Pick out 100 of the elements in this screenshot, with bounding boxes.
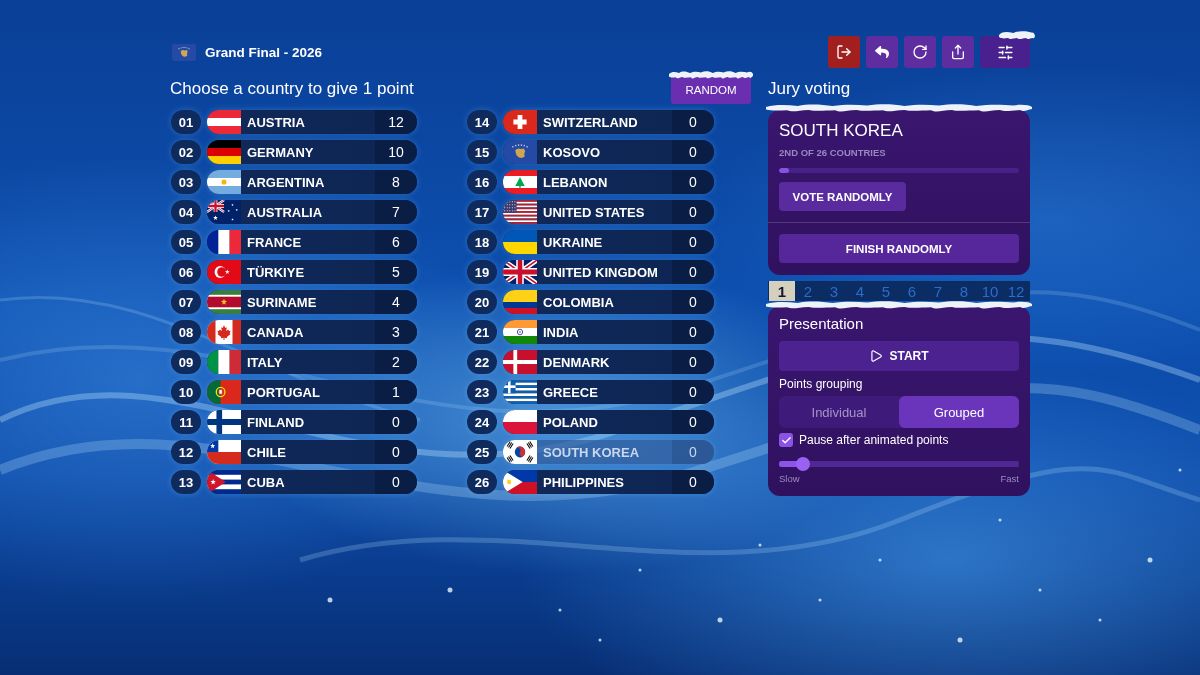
country-button[interactable]: CANADA 3 (207, 320, 417, 344)
country-button[interactable]: POLAND 0 (503, 410, 714, 434)
flag-icon (503, 260, 537, 284)
instruction-text: Choose a country to give 1 point (170, 79, 414, 99)
country-button[interactable]: SWITZERLAND 0 (503, 110, 714, 134)
flag-icon (207, 290, 241, 314)
voting-country-name: SOUTH KOREA (779, 121, 904, 141)
flag-icon (503, 410, 537, 434)
flag-icon (503, 290, 537, 314)
position-number: 11 (171, 410, 201, 434)
section-heading: Jury voting (768, 79, 851, 99)
country-button[interactable]: AUSTRIA 12 (207, 110, 417, 134)
country-button[interactable]: COLOMBIA 0 (503, 290, 714, 314)
share-icon (950, 44, 966, 60)
points-value: 0 (672, 380, 714, 404)
slider-thumb[interactable] (796, 457, 810, 471)
country-button[interactable]: GREECE 0 (503, 380, 714, 404)
slider-max-label: Fast (1000, 473, 1019, 484)
flag-icon (207, 110, 241, 134)
position-number: 22 (467, 350, 497, 374)
flag-icon (207, 200, 241, 224)
position-number: 18 (467, 230, 497, 254)
check-icon (780, 434, 792, 446)
refresh-button[interactable] (904, 36, 936, 68)
points-value: 0 (672, 110, 714, 134)
flag-icon (207, 230, 241, 254)
flag-icon (207, 260, 241, 284)
points-value: 0 (672, 260, 714, 284)
country-button[interactable]: FRANCE 6 (207, 230, 417, 254)
position-number: 26 (467, 470, 497, 494)
country-button[interactable]: UKRAINE 0 (503, 230, 714, 254)
country-button[interactable]: ARGENTINA 8 (207, 170, 417, 194)
country-button[interactable]: TÜRKIYE 5 (207, 260, 417, 284)
country-button[interactable]: LEBANON 0 (503, 170, 714, 194)
country-button[interactable]: CUBA 0 (207, 470, 417, 494)
undo-button[interactable] (866, 36, 898, 68)
flag-icon (503, 380, 537, 404)
grouping-option[interactable]: Individual (779, 396, 899, 428)
page-title: Grand Final - 2026 (205, 44, 323, 60)
checkbox-label: Pause after animated points (799, 433, 949, 447)
points-value: 0 (672, 320, 714, 344)
position-number: 21 (467, 320, 497, 344)
country-button[interactable]: GERMANY 10 (207, 140, 417, 164)
flag-icon (503, 170, 537, 194)
flag-icon (207, 410, 241, 434)
exit-button[interactable] (828, 36, 860, 68)
country-button[interactable]: CHILE 0 (207, 440, 417, 464)
country-button[interactable]: AUSTRALIA 7 (207, 200, 417, 224)
flag-icon (503, 140, 537, 164)
country-button[interactable]: PORTUGAL 1 (207, 380, 417, 404)
flag-icon (503, 350, 537, 374)
country-button[interactable]: FINLAND 0 (207, 410, 417, 434)
points-value: 1 (375, 380, 417, 404)
flag-icon (207, 140, 241, 164)
points-value: 4 (375, 290, 417, 314)
country-button[interactable]: UNITED STATES 0 (503, 200, 714, 224)
position-number: 20 (467, 290, 497, 314)
points-value: 0 (672, 170, 714, 194)
snow-cap-icon (999, 30, 1035, 40)
country-button[interactable]: ITALY 2 (207, 350, 417, 374)
settings-button[interactable] (980, 36, 1030, 68)
position-number: 09 (171, 350, 201, 374)
points-value: 10 (375, 140, 417, 164)
country-button[interactable]: INDIA 0 (503, 320, 714, 344)
share-button[interactable] (942, 36, 974, 68)
points-value: 7 (375, 200, 417, 224)
snow-cap-icon (669, 70, 753, 80)
country-button[interactable]: UNITED KINGDOM 0 (503, 260, 714, 284)
points-value: 0 (672, 470, 714, 494)
flag-icon (207, 170, 241, 194)
points-value: 12 (375, 110, 417, 134)
checkbox[interactable] (779, 433, 793, 447)
finish-randomly-button[interactable]: FINISH RANDOMLY (779, 234, 1019, 263)
position-number: 07 (171, 290, 201, 314)
grouping-option[interactable]: Grouped (899, 396, 1019, 428)
position-number: 14 (467, 110, 497, 134)
flag-icon (207, 470, 241, 494)
country-button[interactable]: SURINAME 4 (207, 290, 417, 314)
position-number: 05 (171, 230, 201, 254)
position-number: 24 (467, 410, 497, 434)
points-value: 3 (375, 320, 417, 344)
flag-icon (503, 470, 537, 494)
position-number: 12 (171, 440, 201, 464)
position-number: 01 (171, 110, 201, 134)
position-number: 06 (171, 260, 201, 284)
progress-caption: 2ND OF 26 COUNTRIES (779, 147, 887, 158)
play-icon (869, 349, 884, 363)
points-tab[interactable]: 1 (769, 281, 795, 301)
points-value: 0 (375, 410, 417, 434)
country-button[interactable]: KOSOVO 0 (503, 140, 714, 164)
field-label: Points grouping (779, 377, 864, 391)
position-number: 25 (467, 440, 497, 464)
points-value: 0 (375, 440, 417, 464)
start-button[interactable]: START (779, 341, 1019, 371)
country-button[interactable]: PHILIPPINES 0 (503, 470, 714, 494)
position-number: 15 (467, 140, 497, 164)
country-button[interactable]: DENMARK 0 (503, 350, 714, 374)
position-number: 17 (467, 200, 497, 224)
points-value: 0 (375, 470, 417, 494)
vote-randomly-button[interactable]: VOTE RANDOMLY (779, 182, 906, 211)
